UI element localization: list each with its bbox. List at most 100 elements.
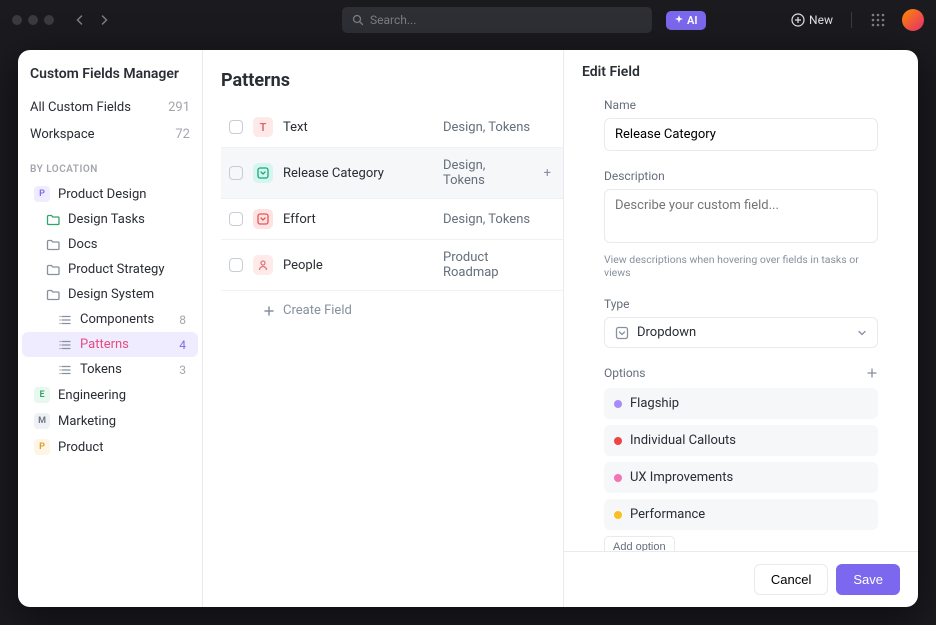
location-item[interactable]: PProduct Design [22, 181, 198, 207]
field-type-icon [253, 163, 273, 183]
ai-button[interactable]: AI [666, 11, 706, 30]
location-label: Components [80, 312, 154, 327]
space-badge-icon: P [34, 186, 50, 202]
field-location: Design, Tokens [443, 212, 530, 227]
traffic-light-min[interactable] [28, 15, 38, 25]
apps-grid-button[interactable] [870, 12, 886, 28]
create-field-button[interactable]: Create Field [221, 291, 563, 330]
location-label: Engineering [58, 388, 126, 403]
location-label: Product [58, 440, 103, 455]
location-item[interactable]: Product Strategy [22, 257, 198, 282]
stat-count: 72 [175, 127, 190, 142]
traffic-light-max[interactable] [44, 15, 54, 25]
location-label: Product Strategy [68, 262, 164, 277]
row-checkbox[interactable] [229, 166, 243, 180]
name-input[interactable] [604, 118, 878, 151]
location-item[interactable]: Patterns 4 [22, 332, 198, 357]
description-help: View descriptions when hovering over fie… [604, 253, 878, 279]
option-color-dot [614, 474, 622, 482]
location-item[interactable]: MMarketing [22, 408, 198, 434]
option-label: Performance [630, 507, 705, 522]
separator [851, 12, 852, 28]
field-location: Design, Tokens [443, 158, 524, 188]
field-name: Release Category [283, 166, 433, 181]
new-button[interactable]: New [791, 13, 833, 27]
location-count: 8 [179, 313, 186, 327]
name-label: Name [604, 98, 878, 112]
field-location: Product Roadmap [443, 250, 541, 280]
location-item[interactable]: Design Tasks [22, 207, 198, 232]
location-count: 4 [179, 338, 186, 352]
option-label: Flagship [630, 396, 679, 411]
add-option-button[interactable]: Add option [604, 536, 675, 551]
field-row[interactable]: Release Category Design, Tokens + [221, 148, 563, 199]
dropdown-option[interactable]: Flagship [604, 388, 878, 419]
chevron-down-icon [857, 328, 867, 338]
top-bar: Search... AI New [0, 0, 936, 40]
stat-count: 291 [168, 100, 190, 115]
description-label: Description [604, 169, 878, 183]
dropdown-option[interactable]: Individual Callouts [604, 425, 878, 456]
space-badge-icon: E [34, 387, 50, 403]
location-label: Design System [68, 287, 154, 302]
by-location-header: BY LOCATION [18, 148, 202, 181]
cancel-button[interactable]: Cancel [754, 564, 828, 595]
window-controls [12, 15, 54, 25]
location-item[interactable]: Tokens3 [22, 357, 198, 382]
nav-forward-button[interactable] [94, 10, 114, 30]
location-label: Docs [68, 237, 97, 252]
panel-footer: Cancel Save [564, 551, 918, 607]
plus-circle-icon [791, 13, 805, 27]
location-label: Patterns [80, 337, 129, 352]
panel-title: Edit Field [582, 64, 900, 80]
sidebar-stat-workspace[interactable]: Workspace 72 [18, 121, 202, 148]
folder-icon [46, 213, 60, 227]
row-checkbox[interactable] [229, 120, 243, 134]
location-label: Design Tasks [68, 212, 145, 227]
edit-field-panel: Edit Field Name Description View descrip… [563, 50, 918, 607]
location-item[interactable]: Docs [22, 232, 198, 257]
dropdown-option[interactable]: Performance [604, 499, 878, 530]
user-avatar[interactable] [902, 9, 924, 31]
page-title: Patterns [221, 70, 563, 91]
type-select[interactable]: Dropdown [604, 317, 878, 348]
row-checkbox[interactable] [229, 258, 243, 272]
option-color-dot [614, 511, 622, 519]
save-button[interactable]: Save [836, 564, 900, 595]
list-icon [58, 338, 72, 352]
dropdown-type-icon [615, 326, 629, 340]
row-extra-indicator: + [544, 166, 551, 181]
location-item[interactable]: Design System [22, 282, 198, 307]
field-row[interactable]: People Product Roadmap [221, 240, 563, 291]
field-location: Design, Tokens [443, 120, 530, 135]
create-field-label: Create Field [283, 303, 352, 318]
location-item[interactable]: E Engineering [22, 382, 198, 408]
field-type-icon [253, 209, 273, 229]
folder-icon [46, 288, 60, 302]
folder-icon [46, 238, 60, 252]
sidebar-stat-all[interactable]: All Custom Fields 291 [18, 94, 202, 121]
custom-fields-modal: Custom Fields Manager All Custom Fields … [18, 50, 918, 607]
nav-back-button[interactable] [70, 10, 90, 30]
row-checkbox[interactable] [229, 212, 243, 226]
field-name: People [283, 258, 433, 273]
dropdown-option[interactable]: UX Improvements [604, 462, 878, 493]
option-color-dot [614, 437, 622, 445]
location-item[interactable]: Components 8 [22, 307, 198, 332]
list-icon [58, 313, 72, 327]
field-row[interactable]: TTextDesign, Tokens [221, 107, 563, 148]
list-icon [58, 363, 72, 377]
type-label: Type [604, 297, 878, 311]
description-input[interactable] [604, 189, 878, 243]
option-label: Individual Callouts [630, 433, 736, 448]
field-row[interactable]: EffortDesign, Tokens [221, 199, 563, 240]
location-item[interactable]: P Product [22, 434, 198, 460]
add-option-icon-button[interactable] [866, 367, 878, 379]
traffic-light-close[interactable] [12, 15, 22, 25]
search-input[interactable]: Search... [342, 7, 652, 33]
folder-icon [46, 263, 60, 277]
space-badge-icon: P [34, 439, 50, 455]
search-placeholder: Search... [370, 13, 416, 27]
stat-label: All Custom Fields [30, 100, 131, 115]
space-badge-icon: M [34, 413, 50, 429]
